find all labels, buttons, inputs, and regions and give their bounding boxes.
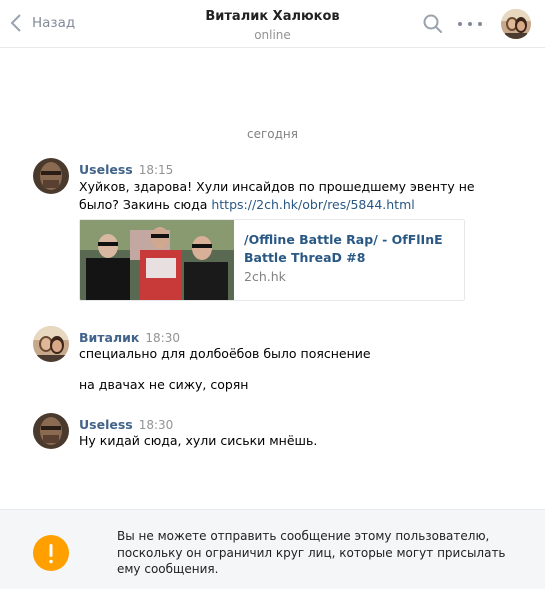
avatar[interactable]: [501, 9, 531, 39]
avatar-photo: [33, 158, 69, 194]
author-name[interactable]: Виталик: [79, 330, 139, 345]
avatar[interactable]: [33, 158, 69, 194]
search-button[interactable]: [422, 13, 444, 35]
author-name[interactable]: Useless: [79, 162, 133, 177]
avatar-photo: [501, 9, 531, 39]
message-line-text: было? Закинь сюда: [79, 196, 212, 212]
avatar-photo: [33, 413, 69, 449]
message-line: было? Закинь сюда https://2ch.hk/obr/res…: [79, 196, 475, 214]
link-attachment-card[interactable]: /Offline Battle Rap/ - OfFlInE Battle Th…: [79, 219, 465, 301]
chevron-left-icon: [10, 14, 21, 32]
avatar[interactable]: [33, 413, 69, 449]
date-separator: сегодня: [247, 127, 298, 141]
avatar-photo: [33, 326, 69, 362]
more-options-icon[interactable]: [458, 13, 482, 35]
message-header: Useless 18:30: [79, 414, 173, 433]
message-link[interactable]: https://2ch.hk/obr/res/5844.html: [211, 197, 414, 212]
message-line: Хуйков, здарова! Хули инсайдов по прошед…: [79, 179, 475, 194]
message-text: специально для долбоёбов было пояснение: [79, 346, 371, 361]
chat-header: Назад Виталик Халюков online: [0, 0, 545, 48]
blocked-notice-text: Вы не можете отправить сообщение этому п…: [117, 529, 506, 576]
avatar[interactable]: [33, 326, 69, 362]
message-time: 18:15: [138, 163, 174, 177]
search-icon: [423, 14, 442, 33]
message-time: 18:30: [138, 418, 174, 432]
message-header: Useless 18:15: [79, 159, 173, 178]
blocked-notice: Вы не можете отправить сообщение этому п…: [0, 509, 545, 589]
message-header: Виталик 18:30: [79, 327, 180, 346]
author-name[interactable]: Useless: [79, 417, 133, 432]
back-button[interactable]: Назад: [10, 12, 75, 34]
back-label: Назад: [32, 15, 76, 31]
message-time: 18:30: [145, 331, 180, 345]
message-text: Хуйков, здарова! Хули инсайдов по прошед…: [79, 178, 475, 213]
attachment-title[interactable]: /Offline Battle Rap/ - OfFlInE Battle Th…: [244, 231, 456, 266]
message-text: Ну кидай сюда, хули сиськи мнёшь.: [79, 433, 318, 448]
warning-icon: [33, 535, 69, 571]
message-text: на двачах не сижу, сорян: [79, 377, 249, 392]
attachment-thumbnail: [80, 220, 234, 300]
attachment-domain: 2ch.hk: [244, 269, 286, 284]
